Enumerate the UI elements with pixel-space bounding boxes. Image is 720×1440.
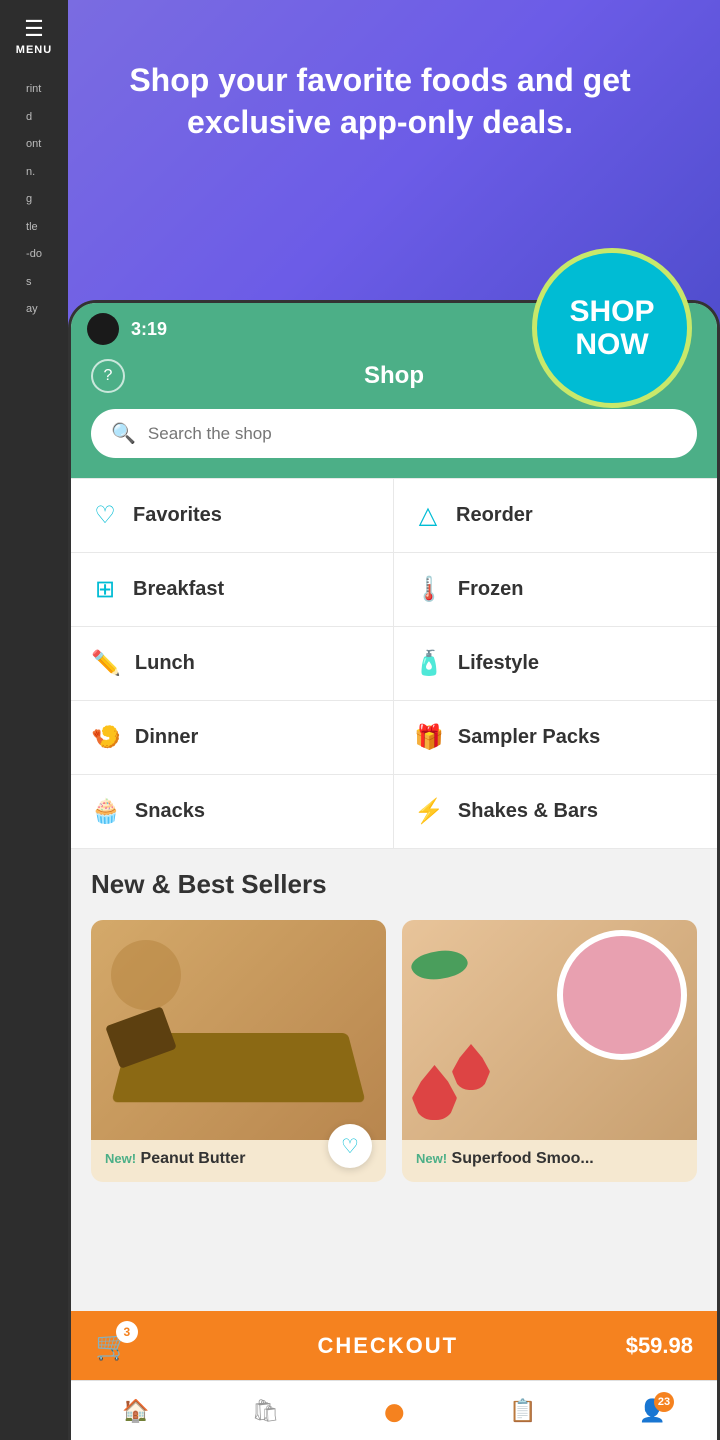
dinner-label: Dinner: [135, 726, 198, 749]
smoothie-bowl: [557, 930, 687, 1060]
nav-center[interactable]: ●: [382, 1387, 407, 1435]
dinner-icon: 🍤: [91, 723, 121, 752]
section-title: New & Best Sellers: [91, 869, 697, 900]
shop-now-label: SHOPNOW: [569, 295, 654, 361]
nav-profile[interactable]: 👤 23: [639, 1398, 666, 1424]
product-name-2: Superfood Smoo...: [452, 1150, 594, 1167]
favorites-label: Favorites: [133, 504, 222, 527]
strawberry-2: [452, 1044, 490, 1090]
favorite-button-1[interactable]: ♡: [328, 1124, 372, 1168]
snacks-label: Snacks: [135, 800, 205, 823]
search-bar[interactable]: 🔍: [91, 409, 697, 458]
category-item-reorder[interactable]: △ Reorder: [394, 479, 717, 553]
product-badge-2: New!: [416, 1151, 447, 1166]
favorites-icon: ♡: [91, 501, 119, 530]
kale-leaf: [409, 941, 471, 988]
cracker: [111, 940, 181, 1010]
cart-badge-wrapper: 🛒 3: [95, 1329, 130, 1362]
shop-nav-icon: 🛍: [252, 1398, 280, 1424]
reorder-label: Reorder: [456, 504, 533, 527]
phone-frame: 3:19 ? Shop 🔍 ♡ Favorites △ Reorder ⊞ Br…: [68, 300, 720, 1440]
product-image-1: [91, 920, 386, 1140]
shakes-icon: ⚡: [414, 797, 444, 826]
products-row: ♡ New! Peanut Butter New! Superfood Smoo…: [71, 912, 717, 1182]
category-item-dinner[interactable]: 🍤 Dinner: [71, 701, 394, 775]
category-item-favorites[interactable]: ♡ Favorites: [71, 479, 394, 553]
status-time: 3:19: [131, 319, 167, 340]
cart-count-badge: 3: [116, 1321, 138, 1343]
help-icon: ?: [104, 367, 113, 385]
sidebar-bg-text: rint d ont n. g tle -do s ay: [18, 56, 50, 344]
promo-text-area: Shop your favorite foods and get exclusi…: [120, 60, 640, 143]
category-item-snacks[interactable]: 🧁 Snacks: [71, 775, 394, 849]
search-icon: 🔍: [111, 421, 136, 446]
category-grid: ♡ Favorites △ Reorder ⊞ Breakfast 🌡️ Fro…: [71, 478, 717, 849]
home-icon: 🏠: [122, 1398, 149, 1424]
product-info-2: New! Superfood Smoo...: [402, 1140, 697, 1182]
center-icon: ●: [382, 1387, 407, 1435]
product-card-peanut-butter[interactable]: ♡ New! Peanut Butter: [91, 920, 386, 1182]
checkout-price: $59.98: [626, 1333, 693, 1359]
help-button[interactable]: ?: [91, 359, 125, 393]
lifestyle-icon: 🧴: [414, 649, 444, 678]
promo-headline: Shop your favorite foods and get exclusi…: [120, 60, 640, 143]
product-badge-1: New!: [105, 1151, 136, 1166]
breakfast-label: Breakfast: [133, 578, 224, 601]
product-name-1: Peanut Butter: [141, 1150, 246, 1167]
breakfast-icon: ⊞: [91, 575, 119, 604]
sampler-icon: 🎁: [414, 723, 444, 752]
snacks-icon: 🧁: [91, 797, 121, 826]
lunch-icon: ✏️: [91, 649, 121, 678]
category-item-lifestyle[interactable]: 🧴 Lifestyle: [394, 627, 717, 701]
category-item-frozen[interactable]: 🌡️ Frozen: [394, 553, 717, 627]
menu-label[interactable]: MENU: [16, 44, 52, 56]
reorder-icon: △: [414, 501, 442, 530]
nav-shop[interactable]: 🛍: [252, 1398, 280, 1424]
nav-home[interactable]: 🏠: [122, 1398, 149, 1424]
search-container: 🔍: [71, 409, 717, 478]
category-item-breakfast[interactable]: ⊞ Breakfast: [71, 553, 394, 627]
category-item-sampler-packs[interactable]: 🎁 Sampler Packs: [394, 701, 717, 775]
section-header: New & Best Sellers: [71, 849, 717, 912]
lifestyle-label: Lifestyle: [458, 652, 539, 675]
product-image-2: [402, 920, 697, 1140]
nav-plan[interactable]: 📋: [509, 1398, 536, 1424]
menu-icon[interactable]: ☰: [24, 18, 44, 40]
shop-now-button[interactable]: SHOPNOW: [532, 248, 692, 408]
checkout-bar[interactable]: 🛒 3 CHECKOUT $59.98: [71, 1311, 717, 1380]
profile-badge: 23: [654, 1392, 674, 1412]
category-item-lunch[interactable]: ✏️ Lunch: [71, 627, 394, 701]
lunch-label: Lunch: [135, 652, 195, 675]
frozen-icon: 🌡️: [414, 575, 444, 604]
product-card-superfood[interactable]: New! Superfood Smoo...: [402, 920, 697, 1182]
frozen-label: Frozen: [458, 578, 524, 601]
camera-dot: [87, 313, 119, 345]
sampler-label: Sampler Packs: [458, 726, 600, 749]
search-input[interactable]: [148, 424, 677, 444]
bottom-navigation: 🏠 🛍 ● 📋 👤 23: [71, 1380, 717, 1440]
strawberry-1: [412, 1065, 457, 1120]
category-item-shakes-bars[interactable]: ⚡ Shakes & Bars: [394, 775, 717, 849]
sidebar: ☰ MENU rint d ont n. g tle -do s ay: [0, 0, 68, 1440]
shakes-label: Shakes & Bars: [458, 800, 598, 823]
plan-icon: 📋: [509, 1398, 536, 1424]
checkout-label: CHECKOUT: [150, 1333, 626, 1359]
